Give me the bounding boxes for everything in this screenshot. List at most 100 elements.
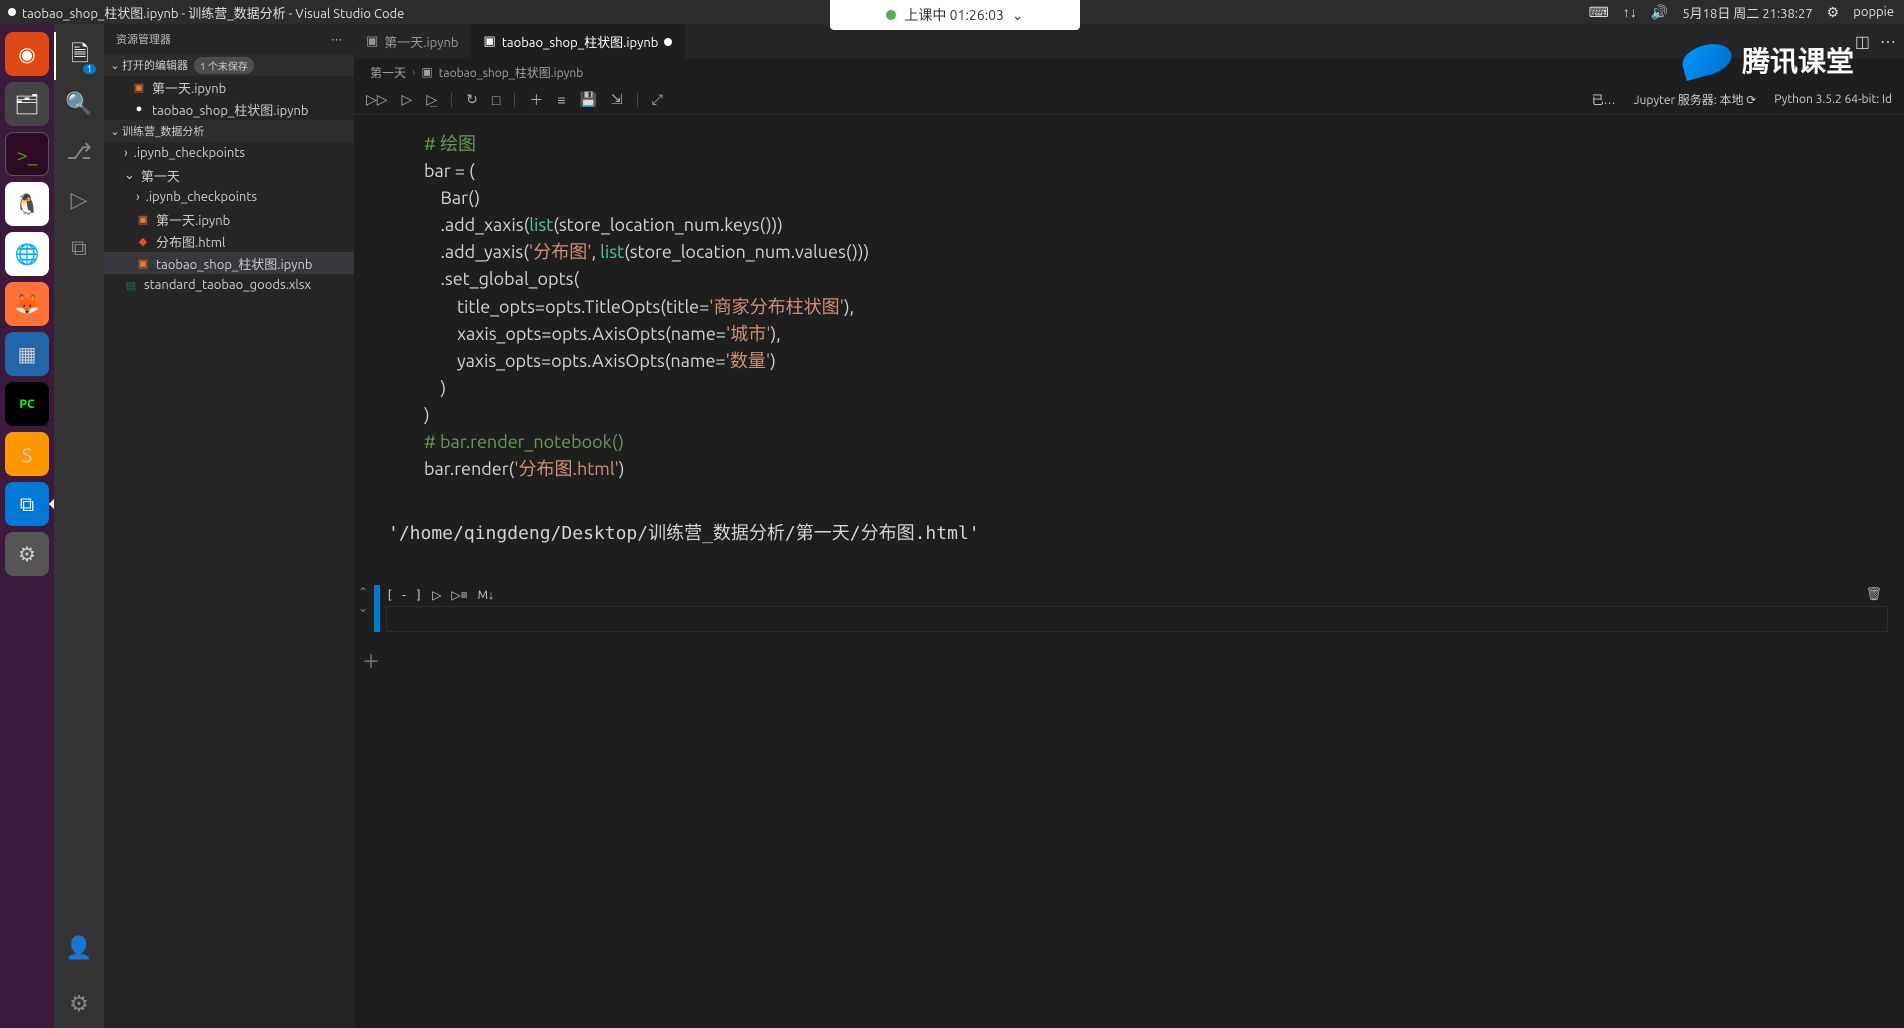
live-class-label: 上课中 01:26:03: [904, 5, 1003, 25]
jupyter-server-status[interactable]: Jupyter 服务器: 本地 ⟳: [1634, 91, 1757, 108]
launcher-terminal[interactable]: >_: [5, 132, 49, 176]
open-editors-header[interactable]: ⌄ 打开的编辑器 1 个未保存: [104, 54, 354, 76]
activity-debug[interactable]: ▷: [54, 176, 104, 224]
launcher-files[interactable]: 🗂: [5, 82, 49, 126]
item-name: 第一天: [141, 166, 180, 185]
editor-tab[interactable]: ▣taobao_shop_柱状图.ipynb: [472, 24, 686, 59]
notebook-body: # 绘图 bar = ( Bar() .add_xaxis(list(store…: [354, 115, 1904, 1028]
explorer-badge: 1: [83, 64, 96, 74]
file-icon: ▤: [124, 278, 138, 292]
notebook-icon: ▣: [421, 65, 432, 79]
tencent-logomark-icon: [1679, 39, 1735, 81]
open-editor-name: 第一天.ipynb: [152, 78, 226, 97]
launcher-firefox[interactable]: 🦊: [5, 282, 49, 326]
launcher-qq[interactable]: 🐧: [5, 182, 49, 226]
add-cell-below-button[interactable]: ＋: [354, 632, 1904, 674]
sidebar-title: 资源管理器: [116, 31, 171, 47]
activity-extensions[interactable]: ⧉: [54, 224, 104, 272]
activity-settings[interactable]: ⚙: [54, 980, 104, 1028]
chevron-icon: ⌄: [124, 168, 135, 183]
window-title: taobao_shop_柱状图.ipynb - 训练营_数据分析 - Visua…: [0, 3, 404, 22]
vscode-activitybar: 🗎1 🔍 ⎇ ▷ ⧉ 👤 ⚙: [54, 24, 104, 1028]
cell-input[interactable]: [386, 606, 1888, 632]
file-item[interactable]: ▤standard_taobao_goods.xlsx: [104, 274, 354, 296]
file-item[interactable]: ▣taobao_shop_柱状图.ipynb: [104, 252, 354, 274]
more-icon[interactable]: ⋯: [1880, 32, 1896, 51]
unsaved-badge: 1 个未保存: [194, 57, 254, 74]
file-item[interactable]: ▣ 第一天.ipynb: [104, 208, 354, 230]
save-button[interactable]: 💾: [579, 91, 596, 108]
editor-area: ▣第一天.ipynb▣taobao_shop_柱状图.ipynb ◫ ⋯ 第一天…: [354, 24, 1904, 1028]
code-content[interactable]: # 绘图 bar = ( Bar() .add_xaxis(list(store…: [364, 125, 1894, 489]
move-up-icon[interactable]: ⌃: [358, 585, 368, 599]
activity-explorer[interactable]: 🗎1: [54, 32, 104, 80]
tencent-classroom-logo: 腾讯课堂: [1682, 40, 1854, 80]
run-cell-icon[interactable]: ▷: [432, 588, 441, 602]
username[interactable]: poppie: [1853, 5, 1894, 19]
folder-item[interactable]: ⌄ 第一天: [104, 164, 354, 186]
cell-exec-count: [ - ]: [386, 588, 422, 602]
item-name: .ipynb_checkpoints: [146, 190, 257, 204]
power-icon[interactable]: ⚙: [1827, 4, 1840, 21]
file-item[interactable]: ◆分布图.html: [104, 230, 354, 252]
folder-root-header[interactable]: ⌄ 训练营_数据分析: [104, 120, 354, 142]
expand-button[interactable]: ⤢: [652, 91, 663, 108]
variables-button[interactable]: ≡: [557, 92, 565, 108]
activity-source-control[interactable]: ⎇: [54, 128, 104, 176]
file-icon: ▣: [136, 212, 150, 226]
network-icon[interactable]: ↑↓: [1623, 4, 1637, 20]
launcher-sublime[interactable]: S: [5, 432, 49, 476]
launcher-settings[interactable]: ⚙: [5, 532, 49, 576]
chevron-down-icon: ⌄: [1012, 7, 1024, 24]
file-icon: ▣: [136, 256, 150, 270]
window-title-text: taobao_shop_柱状图.ipynb - 训练营_数据分析 - Visua…: [22, 3, 404, 22]
launcher-vscode[interactable]: ⧉: [5, 482, 49, 526]
switch-markdown-button[interactable]: M↓: [478, 588, 494, 602]
empty-code-cell[interactable]: ⌃ ⌄ [ - ] ▷ ▷≡ M↓ 🗑: [354, 585, 1894, 632]
clock[interactable]: 5月18日 周二 21:38:27: [1682, 3, 1812, 22]
editor-tabbar: ▣第一天.ipynb▣taobao_shop_柱状图.ipynb ◫ ⋯: [354, 24, 1904, 59]
keyboard-icon[interactable]: ⌨: [1589, 4, 1609, 21]
export-button[interactable]: ⇲: [611, 91, 623, 108]
trusted-status[interactable]: 已…: [1592, 91, 1616, 108]
folder-root-name: 训练营_数据分析: [122, 123, 204, 139]
delete-cell-icon[interactable]: 🗑: [1865, 587, 1888, 602]
open-editor-item[interactable]: ●taobao_shop_柱状图.ipynb: [104, 98, 354, 120]
chevron-down-icon: ⌄: [108, 125, 122, 138]
launcher-chrome[interactable]: 🌐: [5, 232, 49, 276]
live-class-indicator[interactable]: 上课中 01:26:03 ⌄: [830, 0, 1080, 30]
open-editors-label: 打开的编辑器: [122, 57, 188, 73]
chevron-down-icon: ⌄: [108, 59, 122, 72]
launcher-pycharm[interactable]: PC: [5, 382, 49, 426]
modified-dot-icon: ●: [132, 102, 146, 116]
breadcrumb-folder[interactable]: 第一天: [370, 64, 406, 81]
run-by-line-button[interactable]: ▷̲: [426, 91, 437, 108]
run-all-button[interactable]: ▷▷: [366, 91, 388, 108]
move-down-icon[interactable]: ⌄: [358, 601, 368, 615]
launcher-app1[interactable]: ▦: [5, 332, 49, 376]
more-icon[interactable]: ⋯: [331, 33, 342, 46]
activity-search[interactable]: 🔍: [54, 80, 104, 128]
file-icon: ◆: [136, 234, 150, 248]
chevron-icon: ›: [124, 146, 128, 160]
volume-icon[interactable]: 🔊: [1651, 4, 1668, 21]
kernel-status[interactable]: Python 3.5.2 64-bit: Id: [1774, 93, 1892, 106]
run-by-line-icon[interactable]: ▷≡: [451, 588, 467, 602]
restart-button[interactable]: ↻: [466, 91, 478, 108]
breadcrumb-file[interactable]: taobao_shop_柱状图.ipynb: [439, 64, 584, 81]
ubuntu-launcher: ◉ 🗂 >_ 🐧 🌐 🦊 ▦ PC S ⧉ ⚙: [0, 24, 54, 1028]
open-editor-item[interactable]: ▣ 第一天.ipynb: [104, 76, 354, 98]
interrupt-button[interactable]: □: [492, 92, 500, 108]
notebook-icon: ▣: [132, 80, 146, 94]
folder-item[interactable]: ›.ipynb_checkpoints: [104, 142, 354, 164]
split-editor-icon[interactable]: ◫: [1855, 32, 1870, 51]
item-name: 第一天.ipynb: [156, 210, 230, 229]
launcher-ubuntu[interactable]: ◉: [5, 32, 49, 76]
breadcrumb[interactable]: 第一天 › ▣ taobao_shop_柱状图.ipynb: [354, 59, 1904, 85]
code-cell[interactable]: # 绘图 bar = ( Bar() .add_xaxis(list(store…: [364, 125, 1894, 489]
editor-tab[interactable]: ▣第一天.ipynb: [354, 24, 472, 59]
folder-item[interactable]: ›.ipynb_checkpoints: [104, 186, 354, 208]
add-cell-button[interactable]: ＋: [529, 90, 543, 110]
activity-account[interactable]: 👤: [54, 924, 104, 972]
run-button[interactable]: ▷: [402, 91, 413, 108]
